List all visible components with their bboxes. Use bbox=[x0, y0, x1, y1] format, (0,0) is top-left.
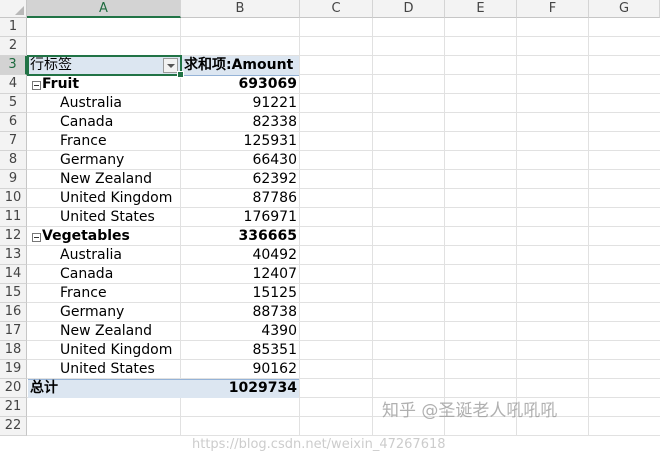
pivot-item-label[interactable]: Canada bbox=[28, 113, 180, 132]
pivot-item-value[interactable]: 87786 bbox=[181, 189, 299, 208]
row-header[interactable]: 16 bbox=[0, 303, 27, 322]
row-header[interactable]: 9 bbox=[0, 170, 27, 189]
pivot-group-total[interactable]: 336665 bbox=[181, 227, 299, 246]
pivot-group-vegetables[interactable]: Vegetables bbox=[28, 227, 180, 246]
pivot-value-header[interactable]: 求和项:Amount bbox=[181, 56, 299, 75]
active-cell-selection bbox=[27, 55, 182, 76]
pivot-item-value[interactable]: 66430 bbox=[181, 151, 299, 170]
gridline bbox=[516, 18, 517, 436]
pivot-item-value[interactable]: 15125 bbox=[181, 284, 299, 303]
pivot-item-label[interactable]: France bbox=[28, 284, 180, 303]
row-header[interactable]: 22 bbox=[0, 417, 27, 436]
pivot-item-label[interactable]: New Zealand bbox=[28, 322, 180, 341]
pivot-grand-total-label[interactable]: 总计 bbox=[28, 379, 180, 398]
column-header-c[interactable]: C bbox=[300, 0, 373, 18]
row-header[interactable]: 21 bbox=[0, 398, 27, 417]
column-header-b[interactable]: B bbox=[181, 0, 300, 18]
pivot-item-label[interactable]: Australia bbox=[28, 94, 180, 113]
row-header[interactable]: 5 bbox=[0, 94, 27, 113]
row-header[interactable]: 1 bbox=[0, 18, 27, 37]
column-header-g[interactable]: G bbox=[589, 0, 660, 18]
row-header[interactable]: 20 bbox=[0, 379, 27, 398]
row-header[interactable]: 10 bbox=[0, 189, 27, 208]
pivot-item-value[interactable]: 88738 bbox=[181, 303, 299, 322]
row-header[interactable]: 15 bbox=[0, 284, 27, 303]
pivot-item-label[interactable]: United States bbox=[28, 208, 180, 227]
row-header[interactable]: 7 bbox=[0, 132, 27, 151]
row-header[interactable]: 19 bbox=[0, 360, 27, 379]
pivot-item-label[interactable]: United States bbox=[28, 360, 180, 379]
pivot-item-label[interactable]: United Kingdom bbox=[28, 341, 180, 360]
row-header[interactable]: 11 bbox=[0, 208, 27, 227]
pivot-item-label[interactable]: France bbox=[28, 132, 180, 151]
pivot-item-value[interactable]: 40492 bbox=[181, 246, 299, 265]
pivot-item-value[interactable]: 62392 bbox=[181, 170, 299, 189]
gridline bbox=[299, 18, 300, 436]
gridline bbox=[588, 18, 589, 436]
spreadsheet-grid[interactable]: A B C D E F G 1 2 3 4 5 6 7 8 9 10 11 12 13 14 15 16 17 1… bbox=[0, 0, 660, 452]
pivot-item-value[interactable]: 90162 bbox=[181, 360, 299, 379]
pivot-group-total[interactable]: 693069 bbox=[181, 75, 299, 94]
gridline bbox=[444, 18, 445, 436]
row-header[interactable]: 3 bbox=[0, 56, 27, 75]
pivot-item-value[interactable]: 12407 bbox=[181, 265, 299, 284]
row-header[interactable]: 13 bbox=[0, 246, 27, 265]
watermark-text: 知乎 @圣诞老人吼吼吼 bbox=[382, 401, 558, 421]
pivot-item-value[interactable]: 176971 bbox=[181, 208, 299, 227]
row-header[interactable]: 2 bbox=[0, 37, 27, 56]
pivot-item-label[interactable]: Germany bbox=[28, 151, 180, 170]
gridline bbox=[27, 36, 660, 37]
pivot-item-value[interactable]: 85351 bbox=[181, 341, 299, 360]
pivot-item-value[interactable]: 91221 bbox=[181, 94, 299, 113]
column-header-f[interactable]: F bbox=[517, 0, 589, 18]
row-header[interactable]: 14 bbox=[0, 265, 27, 284]
pivot-grand-total-value[interactable]: 1029734 bbox=[181, 379, 299, 398]
pivot-group-fruit[interactable]: Fruit bbox=[28, 75, 180, 94]
pivot-item-label[interactable]: Germany bbox=[28, 303, 180, 322]
watermark-url: https://blog.csdn.net/weixin_47267618 bbox=[192, 437, 446, 452]
row-header[interactable]: 17 bbox=[0, 322, 27, 341]
row-header[interactable]: 6 bbox=[0, 113, 27, 132]
gridline bbox=[372, 18, 373, 436]
row-header[interactable]: 8 bbox=[0, 151, 27, 170]
row-header[interactable]: 18 bbox=[0, 341, 27, 360]
pivot-item-label[interactable]: United Kingdom bbox=[28, 189, 180, 208]
gridline bbox=[27, 416, 660, 417]
pivot-item-label[interactable]: Canada bbox=[28, 265, 180, 284]
column-header-e[interactable]: E bbox=[445, 0, 517, 18]
column-header-d[interactable]: D bbox=[373, 0, 445, 18]
pivot-item-value[interactable]: 4390 bbox=[181, 322, 299, 341]
pivot-item-value[interactable]: 82338 bbox=[181, 113, 299, 132]
watermark: 知乎 @圣诞老人吼吼吼 https://blog.csdn.net/weixin… bbox=[192, 396, 558, 452]
pivot-item-label[interactable]: Australia bbox=[28, 246, 180, 265]
pivot-item-value[interactable]: 125931 bbox=[181, 132, 299, 151]
row-header[interactable]: 4 bbox=[0, 75, 27, 94]
row-header[interactable]: 12 bbox=[0, 227, 27, 246]
column-header-a[interactable]: A bbox=[27, 0, 181, 18]
pivot-item-label[interactable]: New Zealand bbox=[28, 170, 180, 189]
select-all-corner[interactable] bbox=[0, 0, 27, 18]
